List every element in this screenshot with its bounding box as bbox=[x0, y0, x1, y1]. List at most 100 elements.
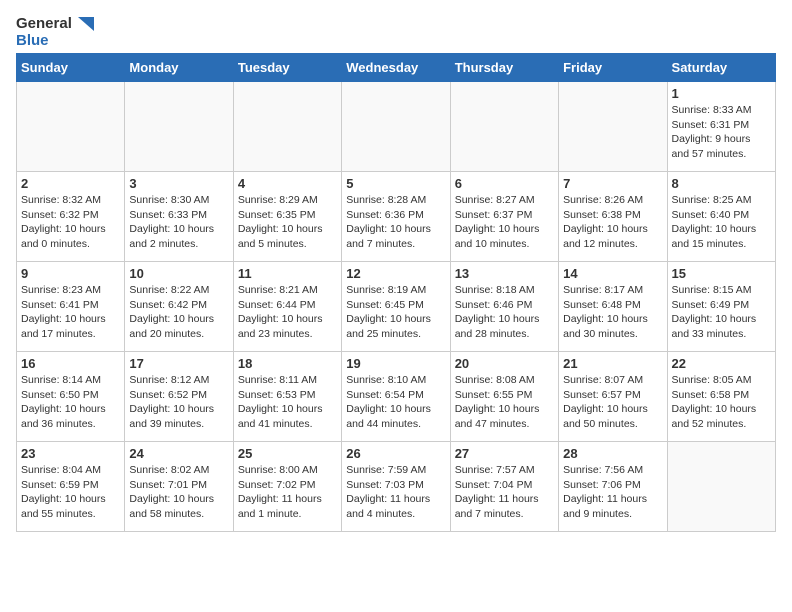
calendar-cell: 3 Sunrise: 8:30 AM Sunset: 6:33 PM Daylig… bbox=[125, 172, 233, 262]
day-number: 27 bbox=[455, 446, 554, 461]
day-info: Sunrise: 7:56 AM Sunset: 7:06 PM Dayligh… bbox=[563, 463, 662, 522]
day-number: 8 bbox=[672, 176, 771, 191]
calendar-cell bbox=[342, 82, 450, 172]
day-info: Sunrise: 8:05 AM Sunset: 6:58 PM Dayligh… bbox=[672, 373, 771, 432]
calendar-cell: 6 Sunrise: 8:27 AM Sunset: 6:37 PM Daylig… bbox=[450, 172, 558, 262]
day-number: 2 bbox=[21, 176, 120, 191]
calendar-cell: 28 Sunrise: 7:56 AM Sunset: 7:06 PM Dayli… bbox=[559, 442, 667, 532]
logo: General Blue bbox=[16, 16, 94, 49]
day-info: Sunrise: 8:32 AM Sunset: 6:32 PM Dayligh… bbox=[21, 193, 120, 252]
calendar-cell: 9Sunrise: 8:23 AM Sunset: 6:41 PM Daylig… bbox=[17, 262, 125, 352]
logo-arrow-icon bbox=[78, 17, 94, 31]
day-info: Sunrise: 8:28 AM Sunset: 6:36 PM Dayligh… bbox=[346, 193, 445, 252]
day-number: 25 bbox=[238, 446, 337, 461]
calendar-cell: 19 Sunrise: 8:10 AM Sunset: 6:54 PM Dayli… bbox=[342, 352, 450, 442]
day-info: Sunrise: 8:27 AM Sunset: 6:37 PM Dayligh… bbox=[455, 193, 554, 252]
calendar-cell: 1Sunrise: 8:33 AM Sunset: 6:31 PM Daylig… bbox=[667, 82, 775, 172]
day-info: Sunrise: 8:02 AM Sunset: 7:01 PM Dayligh… bbox=[129, 463, 228, 522]
calendar-week: 2 Sunrise: 8:32 AM Sunset: 6:32 PM Daylig… bbox=[17, 172, 776, 262]
day-number: 21 bbox=[563, 356, 662, 371]
calendar-cell bbox=[17, 82, 125, 172]
day-info: Sunrise: 8:22 AM Sunset: 6:42 PM Dayligh… bbox=[129, 283, 228, 342]
day-info: Sunrise: 7:57 AM Sunset: 7:04 PM Dayligh… bbox=[455, 463, 554, 522]
day-number: 12 bbox=[346, 266, 445, 281]
calendar-cell: 18 Sunrise: 8:11 AM Sunset: 6:53 PM Dayli… bbox=[233, 352, 341, 442]
day-number: 20 bbox=[455, 356, 554, 371]
day-info: Sunrise: 8:26 AM Sunset: 6:38 PM Dayligh… bbox=[563, 193, 662, 252]
calendar-cell: 27 Sunrise: 7:57 AM Sunset: 7:04 PM Dayli… bbox=[450, 442, 558, 532]
calendar-cell: 8Sunrise: 8:25 AM Sunset: 6:40 PM Daylig… bbox=[667, 172, 775, 262]
day-number: 4 bbox=[238, 176, 337, 191]
day-info: Sunrise: 8:10 AM Sunset: 6:54 PM Dayligh… bbox=[346, 373, 445, 432]
calendar-header: SundayMondayTuesdayWednesdayThursdayFrid… bbox=[17, 54, 776, 82]
calendar-cell: 4 Sunrise: 8:29 AM Sunset: 6:35 PM Daylig… bbox=[233, 172, 341, 262]
calendar-cell: 22Sunrise: 8:05 AM Sunset: 6:58 PM Dayli… bbox=[667, 352, 775, 442]
day-info: Sunrise: 7:59 AM Sunset: 7:03 PM Dayligh… bbox=[346, 463, 445, 522]
calendar-week: 1Sunrise: 8:33 AM Sunset: 6:31 PM Daylig… bbox=[17, 82, 776, 172]
day-number: 24 bbox=[129, 446, 228, 461]
day-info: Sunrise: 8:30 AM Sunset: 6:33 PM Dayligh… bbox=[129, 193, 228, 252]
day-info: Sunrise: 8:14 AM Sunset: 6:50 PM Dayligh… bbox=[21, 373, 120, 432]
calendar-cell: 20 Sunrise: 8:08 AM Sunset: 6:55 PM Dayli… bbox=[450, 352, 558, 442]
calendar-week: 9Sunrise: 8:23 AM Sunset: 6:41 PM Daylig… bbox=[17, 262, 776, 352]
day-info: Sunrise: 8:19 AM Sunset: 6:45 PM Dayligh… bbox=[346, 283, 445, 342]
day-info: Sunrise: 8:17 AM Sunset: 6:48 PM Dayligh… bbox=[563, 283, 662, 342]
header-day: Tuesday bbox=[233, 54, 341, 82]
day-number: 10 bbox=[129, 266, 228, 281]
day-number: 17 bbox=[129, 356, 228, 371]
day-info: Sunrise: 8:07 AM Sunset: 6:57 PM Dayligh… bbox=[563, 373, 662, 432]
header-day: Monday bbox=[125, 54, 233, 82]
header-row: SundayMondayTuesdayWednesdayThursdayFrid… bbox=[17, 54, 776, 82]
day-number: 14 bbox=[563, 266, 662, 281]
header-day: Wednesday bbox=[342, 54, 450, 82]
day-number: 1 bbox=[672, 86, 771, 101]
calendar-cell bbox=[667, 442, 775, 532]
header-day: Thursday bbox=[450, 54, 558, 82]
day-info: Sunrise: 8:15 AM Sunset: 6:49 PM Dayligh… bbox=[672, 283, 771, 342]
day-info: Sunrise: 8:08 AM Sunset: 6:55 PM Dayligh… bbox=[455, 373, 554, 432]
header-day: Saturday bbox=[667, 54, 775, 82]
header-day: Sunday bbox=[17, 54, 125, 82]
day-info: Sunrise: 8:11 AM Sunset: 6:53 PM Dayligh… bbox=[238, 373, 337, 432]
day-info: Sunrise: 8:00 AM Sunset: 7:02 PM Dayligh… bbox=[238, 463, 337, 522]
day-number: 18 bbox=[238, 356, 337, 371]
day-number: 6 bbox=[455, 176, 554, 191]
day-number: 5 bbox=[346, 176, 445, 191]
day-info: Sunrise: 8:12 AM Sunset: 6:52 PM Dayligh… bbox=[129, 373, 228, 432]
day-number: 11 bbox=[238, 266, 337, 281]
day-number: 3 bbox=[129, 176, 228, 191]
calendar-cell bbox=[559, 82, 667, 172]
calendar-cell: 7 Sunrise: 8:26 AM Sunset: 6:38 PM Daylig… bbox=[559, 172, 667, 262]
calendar-week: 16 Sunrise: 8:14 AM Sunset: 6:50 PM Dayli… bbox=[17, 352, 776, 442]
logo-mark: General Blue bbox=[16, 16, 94, 49]
day-info: Sunrise: 8:18 AM Sunset: 6:46 PM Dayligh… bbox=[455, 283, 554, 342]
calendar-cell: 11 Sunrise: 8:21 AM Sunset: 6:44 PM Dayli… bbox=[233, 262, 341, 352]
day-info: Sunrise: 8:29 AM Sunset: 6:35 PM Dayligh… bbox=[238, 193, 337, 252]
calendar-cell: 12 Sunrise: 8:19 AM Sunset: 6:45 PM Dayli… bbox=[342, 262, 450, 352]
day-number: 16 bbox=[21, 356, 120, 371]
day-number: 23 bbox=[21, 446, 120, 461]
day-number: 19 bbox=[346, 356, 445, 371]
calendar-cell bbox=[233, 82, 341, 172]
calendar-cell: 24 Sunrise: 8:02 AM Sunset: 7:01 PM Dayli… bbox=[125, 442, 233, 532]
day-number: 15 bbox=[672, 266, 771, 281]
day-number: 28 bbox=[563, 446, 662, 461]
calendar-cell: 23 Sunrise: 8:04 AM Sunset: 6:59 PM Dayli… bbox=[17, 442, 125, 532]
calendar-body: 1Sunrise: 8:33 AM Sunset: 6:31 PM Daylig… bbox=[17, 82, 776, 532]
day-info: Sunrise: 8:04 AM Sunset: 6:59 PM Dayligh… bbox=[21, 463, 120, 522]
calendar-cell bbox=[450, 82, 558, 172]
day-info: Sunrise: 8:23 AM Sunset: 6:41 PM Dayligh… bbox=[21, 283, 120, 342]
calendar-week: 23 Sunrise: 8:04 AM Sunset: 6:59 PM Dayli… bbox=[17, 442, 776, 532]
day-number: 26 bbox=[346, 446, 445, 461]
calendar-cell: 10 Sunrise: 8:22 AM Sunset: 6:42 PM Dayli… bbox=[125, 262, 233, 352]
calendar-cell: 17 Sunrise: 8:12 AM Sunset: 6:52 PM Dayli… bbox=[125, 352, 233, 442]
day-info: Sunrise: 8:21 AM Sunset: 6:44 PM Dayligh… bbox=[238, 283, 337, 342]
day-number: 13 bbox=[455, 266, 554, 281]
page-header: General Blue bbox=[16, 16, 776, 49]
calendar-cell: 15 Sunrise: 8:15 AM Sunset: 6:49 PM Dayli… bbox=[667, 262, 775, 352]
header-day: Friday bbox=[559, 54, 667, 82]
calendar-cell: 25 Sunrise: 8:00 AM Sunset: 7:02 PM Dayli… bbox=[233, 442, 341, 532]
day-number: 7 bbox=[563, 176, 662, 191]
calendar-cell: 5 Sunrise: 8:28 AM Sunset: 6:36 PM Daylig… bbox=[342, 172, 450, 262]
calendar-cell: 13 Sunrise: 8:18 AM Sunset: 6:46 PM Dayli… bbox=[450, 262, 558, 352]
